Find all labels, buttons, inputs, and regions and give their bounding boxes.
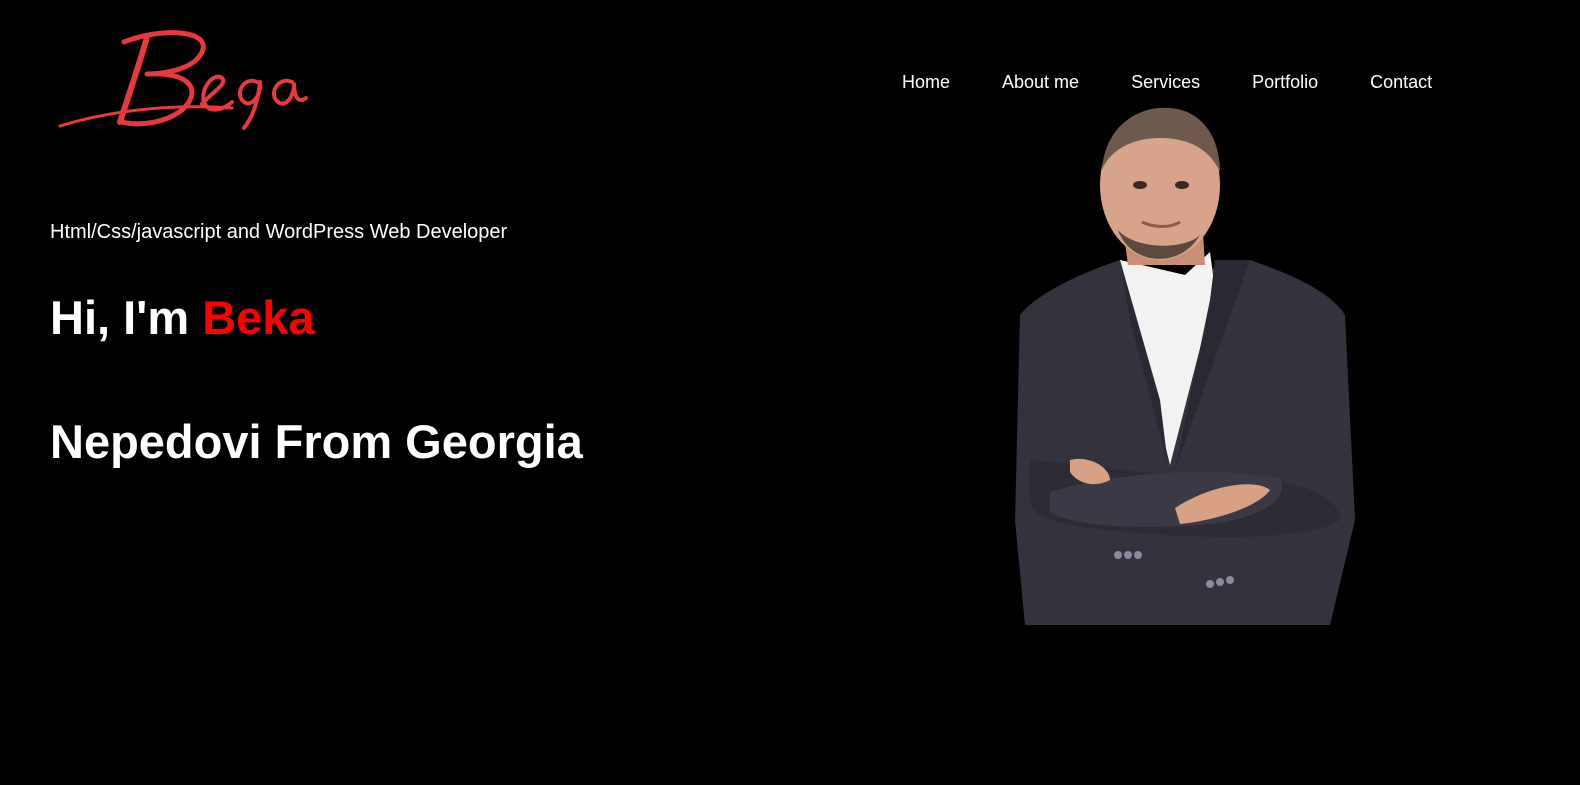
page: Home About me Services Portfolio Contact…: [0, 0, 1580, 785]
hero-greeting: Hi, I'm Beka: [50, 290, 315, 346]
hero-greeting-prefix: Hi, I'm: [50, 291, 203, 344]
portrait-image: [1010, 100, 1360, 630]
main-nav: Home About me Services Portfolio Contact: [902, 71, 1432, 93]
nav-item-home[interactable]: Home: [902, 71, 950, 93]
hero-tagline: Html/Css/javascript and WordPress Web De…: [50, 221, 508, 243]
hero-subtitle: Nepedovi From Georgia: [50, 415, 583, 468]
brand-logo[interactable]: [52, 22, 312, 134]
nav-item-services[interactable]: Services: [1131, 71, 1200, 93]
nav-item-about-me[interactable]: About me: [1002, 71, 1079, 93]
nav-item-contact[interactable]: Contact: [1370, 71, 1432, 93]
nav-item-portfolio[interactable]: Portfolio: [1252, 71, 1318, 93]
hero-greeting-name: Beka: [202, 291, 315, 344]
